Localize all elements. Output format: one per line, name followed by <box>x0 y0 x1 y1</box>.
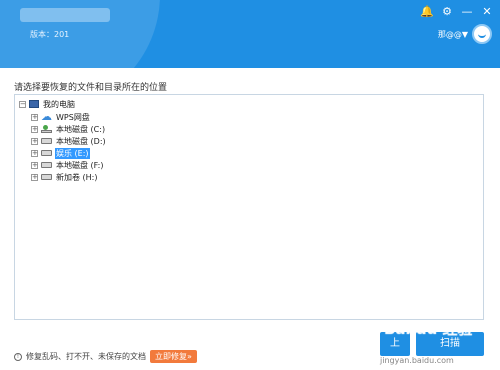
header-bar: 版本：201 🔔 ⚙ — ✕ 那@@▼ <box>0 0 500 68</box>
collapse-icon[interactable]: − <box>19 100 26 108</box>
window-controls: 🔔 ⚙ — ✕ <box>420 5 494 19</box>
system-drive-icon <box>41 125 52 133</box>
version-label: 版本：201 <box>30 30 70 39</box>
fix-now-button[interactable]: 立即修复» <box>150 350 197 363</box>
drive-icon <box>41 150 52 156</box>
avatar[interactable] <box>472 24 492 44</box>
tree-node-drive-h[interactable]: + 新加卷 (H:) <box>31 171 99 183</box>
tree-node-label[interactable]: 我的电脑 <box>42 99 76 110</box>
expand-icon[interactable]: + <box>31 161 38 169</box>
cloud-icon: ☁ <box>41 110 52 123</box>
app-title <box>20 8 110 22</box>
tree-node-label[interactable]: 新加卷 (H:) <box>55 172 99 183</box>
location-tree[interactable]: − 我的电脑 + ☁ WPS网盘 + 本地磁盘 (C:) + 本地磁盘 (D:)… <box>14 94 484 320</box>
close-icon[interactable]: ✕ <box>480 5 494 19</box>
expand-icon[interactable]: + <box>31 149 38 157</box>
tree-node-label-selected[interactable]: 娱乐 (E:) <box>55 147 90 159</box>
drive-icon <box>41 162 52 168</box>
tree-node-wps-cloud[interactable]: + ☁ WPS网盘 <box>31 111 91 123</box>
user-menu[interactable]: 那@@▼ <box>438 24 492 44</box>
tree-node-drive-c[interactable]: + 本地磁盘 (C:) <box>31 123 106 135</box>
expand-icon[interactable]: + <box>31 137 38 145</box>
tree-node-root[interactable]: − 我的电脑 <box>19 98 76 110</box>
watermark-logo: Bai du 经验 <box>384 320 473 338</box>
drive-icon <box>41 138 52 144</box>
gear-icon[interactable]: ⚙ <box>440 5 454 19</box>
tree-node-drive-f[interactable]: + 本地磁盘 (F:) <box>31 159 104 171</box>
location-prompt: 请选择要恢复的文件和目录所在的位置 <box>14 83 168 93</box>
expand-icon[interactable]: + <box>31 173 38 181</box>
watermark-url: jingyan.baidu.com <box>380 356 454 365</box>
repair-hint: ! 修复乱码、打不开、未保存的文档 立即修复» <box>14 350 197 363</box>
tree-node-label[interactable]: 本地磁盘 (D:) <box>55 136 107 147</box>
expand-icon[interactable]: + <box>31 125 38 133</box>
repair-hint-text: 修复乱码、打不开、未保存的文档 <box>26 352 146 361</box>
tree-node-label[interactable]: WPS网盘 <box>55 112 91 123</box>
tree-node-drive-e[interactable]: + 娱乐 (E:) <box>31 147 90 159</box>
info-icon: ! <box>14 352 22 361</box>
expand-icon[interactable]: + <box>31 113 38 121</box>
minimize-icon[interactable]: — <box>460 5 474 19</box>
tree-node-label[interactable]: 本地磁盘 (F:) <box>55 160 104 171</box>
drive-icon <box>41 174 52 180</box>
tree-node-label[interactable]: 本地磁盘 (C:) <box>55 124 106 135</box>
computer-icon <box>29 100 39 108</box>
tree-node-drive-d[interactable]: + 本地磁盘 (D:) <box>31 135 107 147</box>
bell-icon[interactable]: 🔔 <box>420 5 434 19</box>
user-name[interactable]: 那@@▼ <box>438 29 468 40</box>
